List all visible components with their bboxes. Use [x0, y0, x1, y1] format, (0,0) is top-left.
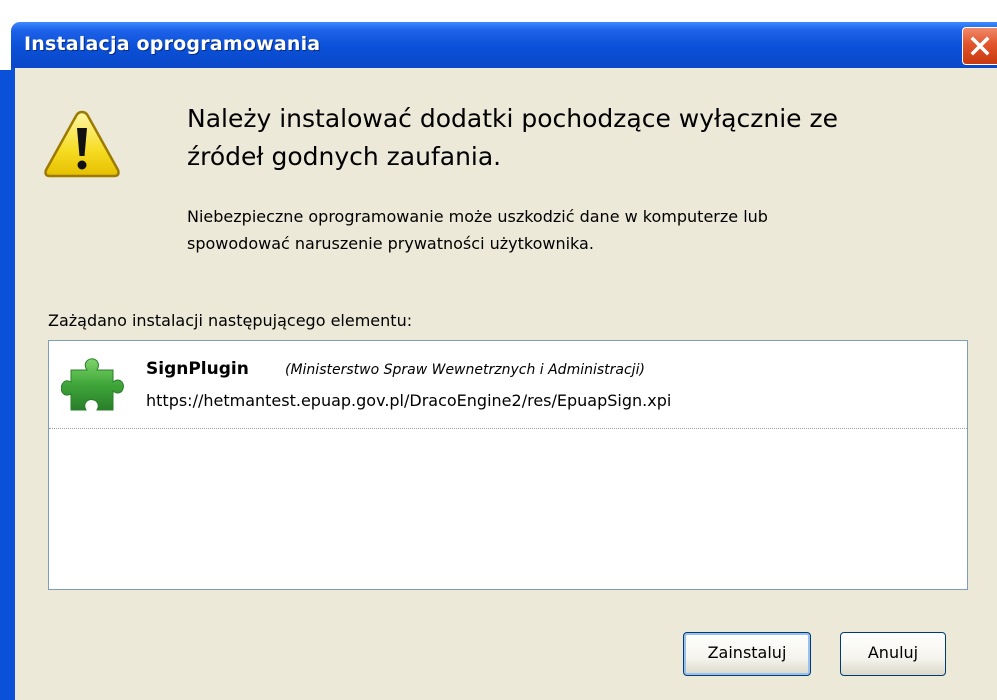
- plugin-url: https://hetmantest.epuap.gov.pl/DracoEng…: [146, 391, 672, 410]
- window-title: Instalacja oprogramowania: [24, 33, 321, 55]
- cancel-button[interactable]: Anuluj: [840, 632, 946, 676]
- close-icon: [970, 36, 990, 56]
- plugin-author: (Ministerstwo Spraw Wewnetrznych i Admin…: [285, 362, 645, 378]
- request-label: Zażądano instalacji następującego elemen…: [48, 311, 413, 330]
- list-item[interactable]: SignPlugin (Ministerstwo Spraw Wewnetrzn…: [49, 341, 967, 429]
- install-button[interactable]: Zainstaluj: [683, 632, 811, 676]
- description-line-1: Niebezpieczne oprogramowanie może uszkod…: [187, 207, 768, 226]
- description-line-2: spowodować naruszenie prywatności użytko…: [187, 234, 594, 253]
- headline-line-1: Należy instalować dodatki pochodzące wył…: [187, 104, 838, 133]
- warning-icon: [44, 110, 120, 178]
- install-list[interactable]: SignPlugin (Ministerstwo Spraw Wewnetrzn…: [48, 340, 968, 590]
- dialog-window: Instalacja oprogramowania Należy instalo…: [0, 0, 997, 700]
- warning-description: Niebezpieczne oprogramowanie może uszkod…: [187, 203, 947, 257]
- puzzle-icon: [61, 358, 124, 411]
- warning-headline: Należy instalować dodatki pochodzące wył…: [187, 100, 947, 176]
- headline-line-2: źródeł godnych zaufania.: [187, 142, 502, 171]
- titlebar: Instalacja oprogramowania: [0, 0, 997, 70]
- close-button[interactable]: [962, 27, 997, 65]
- plugin-name: SignPlugin: [146, 359, 249, 379]
